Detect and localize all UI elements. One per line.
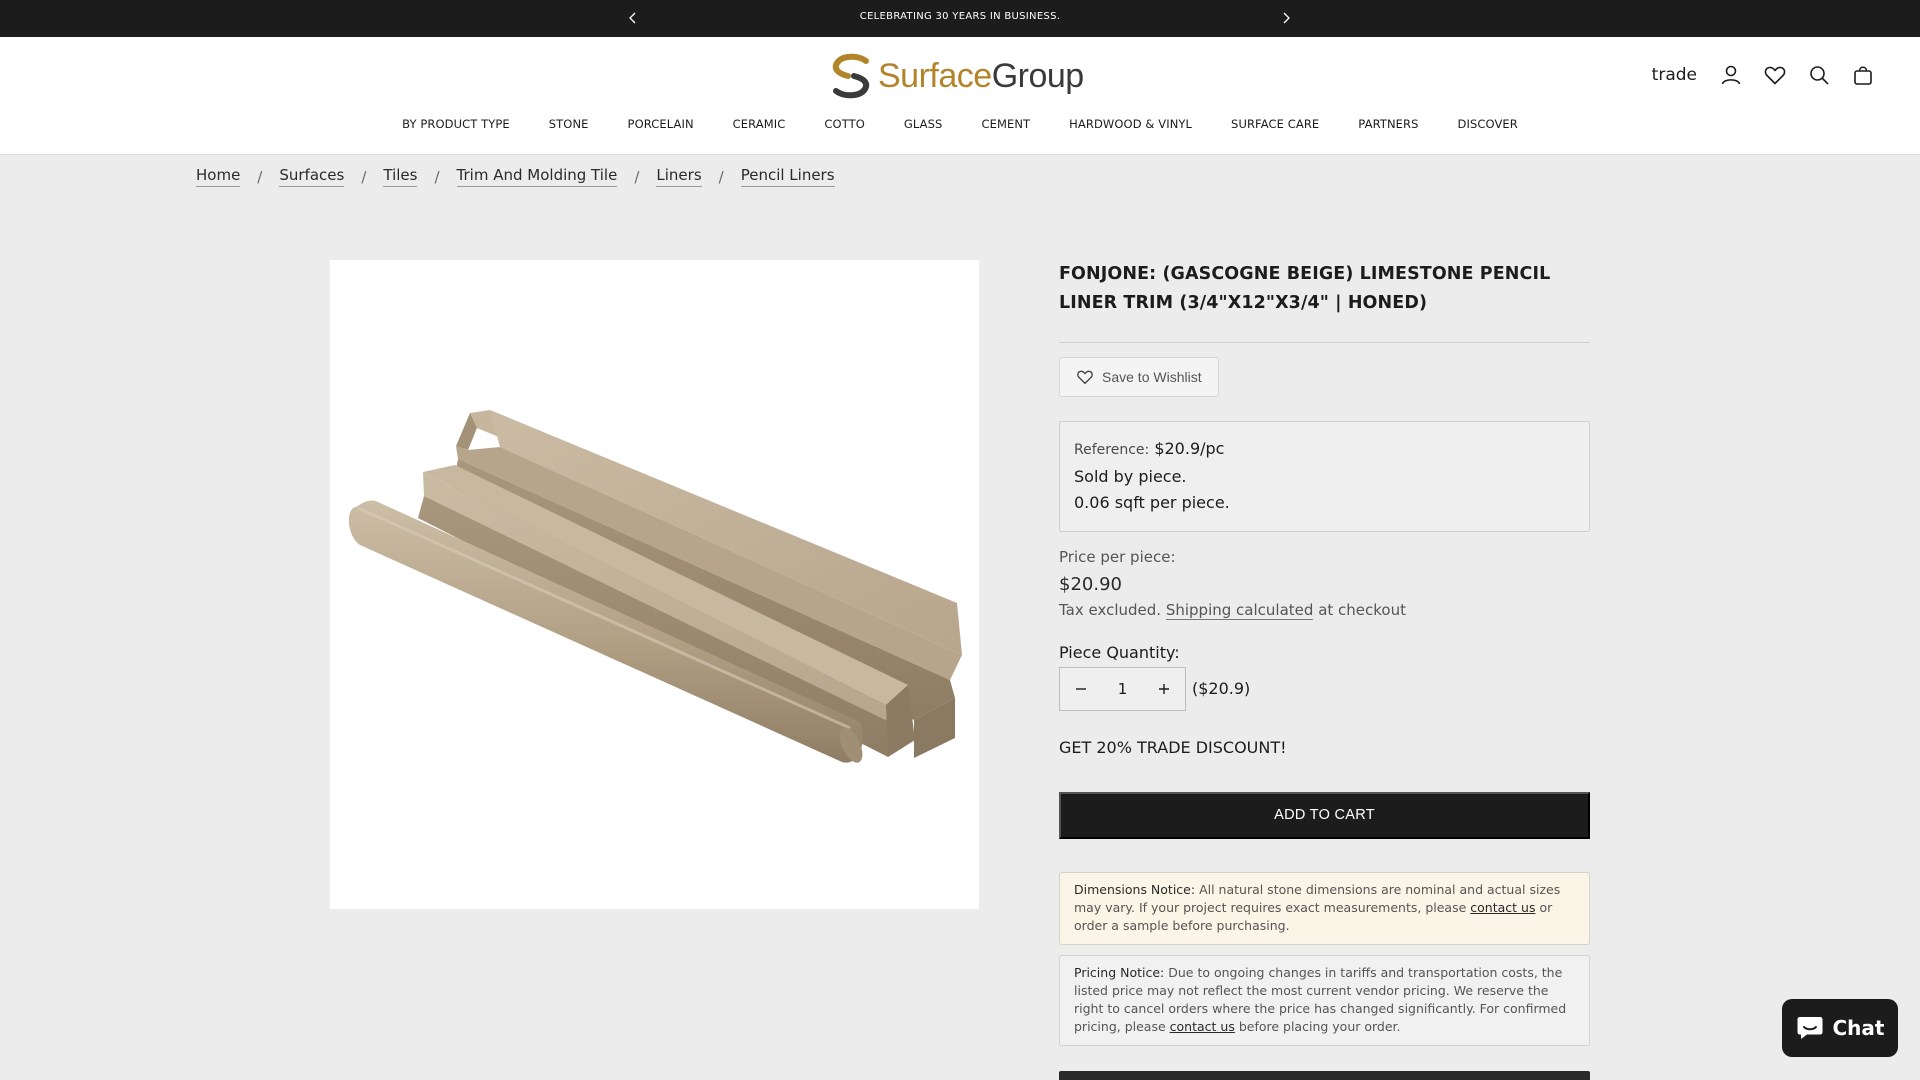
product-image[interactable] [330, 260, 979, 909]
pricing-contact-link[interactable]: contact us [1170, 1019, 1235, 1034]
header-actions: trade [1652, 63, 1875, 87]
nav-item-surface-care[interactable]: SURFACE CARE [1231, 117, 1319, 131]
decrease-quantity-button[interactable] [1060, 668, 1102, 710]
reference-line: Reference: $20.9/pc [1074, 436, 1575, 464]
breadcrumb-separator: / [257, 167, 263, 186]
breadcrumb-separator: / [634, 167, 640, 186]
trade-link[interactable]: trade [1652, 65, 1697, 85]
price-label: Price per piece: [1059, 547, 1176, 566]
pricing-notice: Pricing Notice: Due to ongoing changes i… [1059, 954, 1590, 1046]
dimensions-notice-title: Dimensions Notice: [1074, 881, 1196, 897]
nav-item-stone[interactable]: STONE [549, 117, 589, 131]
chat-bubble-icon [1797, 1017, 1822, 1039]
announcement-bar: CELEBRATING 30 YEARS IN BUSINESS. [0, 0, 1920, 37]
increase-quantity-button[interactable] [1143, 668, 1185, 710]
logo-text-surface: Surface [878, 56, 992, 95]
tax-prefix: Tax excluded. [1059, 600, 1162, 619]
logo-text-group: Group [991, 56, 1085, 95]
logo[interactable]: SurfaceGroup [828, 52, 1084, 100]
breadcrumb-home[interactable]: Home [196, 166, 241, 187]
quantity-input[interactable]: 1 [1102, 680, 1143, 698]
quantity-total: ($20.9) [1192, 679, 1251, 698]
product-price: $20.90 [1059, 573, 1122, 595]
nav-item-ceramic[interactable]: CERAMIC [733, 117, 786, 131]
wishlist-label: Save to Wishlist [1102, 369, 1202, 385]
quantity-stepper: 1 [1059, 666, 1186, 711]
next-button-edge[interactable] [1059, 1071, 1590, 1080]
logo-text: SurfaceGroup [878, 57, 1084, 96]
pricing-notice-title: Pricing Notice: [1074, 964, 1165, 980]
chevron-right-icon[interactable] [1277, 9, 1295, 27]
bag-icon[interactable] [1851, 63, 1875, 87]
nav-item-cement[interactable]: CEMENT [981, 117, 1030, 131]
breadcrumb: Home / Surfaces / Tiles / Trim And Moldi… [196, 166, 835, 187]
account-icon[interactable] [1719, 63, 1743, 87]
minus-icon [1076, 687, 1086, 690]
nav-item-by-product-type[interactable]: BY PRODUCT TYPE [402, 117, 510, 131]
add-to-cart-button[interactable]: ADD TO CART [1059, 791, 1590, 839]
logo-mark-icon [832, 53, 870, 99]
dimensions-notice: Dimensions Notice: All natural stone dim… [1059, 871, 1590, 945]
breadcrumb-separator: / [361, 167, 367, 186]
quantity-row: 1 ($20.9) [1059, 666, 1590, 711]
breadcrumb-liners[interactable]: Liners [656, 166, 702, 187]
tax-suffix: at checkout [1318, 600, 1406, 619]
pricing-notice-tail: before placing your order. [1238, 1018, 1401, 1034]
nav-item-glass[interactable]: GLASS [904, 117, 943, 131]
plus-icon [1159, 683, 1169, 694]
heart-icon[interactable] [1763, 63, 1787, 87]
site-header: SurfaceGroup trade BY PRODUCT TYPE STONE… [0, 37, 1920, 155]
heart-icon [1077, 370, 1093, 385]
tax-shipping-text: Tax excluded. Shipping calculated at che… [1059, 600, 1590, 620]
announcement-message: CELEBRATING 30 YEARS IN BUSINESS. [859, 11, 1061, 22]
chat-label: Chat [1832, 1016, 1885, 1040]
sqft-text: 0.06 sqft per piece. [1074, 493, 1230, 512]
dimensions-contact-link[interactable]: contact us [1470, 900, 1535, 915]
chat-button[interactable]: Chat [1782, 999, 1898, 1057]
reference-value: $20.9/pc [1154, 439, 1225, 458]
breadcrumb-tiles[interactable]: Tiles [383, 166, 418, 187]
product-title: FONJONE: (GASCOGNE BEIGE) LIMESTONE PENC… [1059, 260, 1590, 343]
save-to-wishlist-button[interactable]: Save to Wishlist [1059, 357, 1219, 397]
breadcrumb-separator: / [718, 167, 724, 186]
main-nav: BY PRODUCT TYPE STONE PORCELAIN CERAMIC … [0, 117, 1920, 131]
nav-item-cotto[interactable]: COTTO [824, 117, 864, 131]
nav-item-discover[interactable]: DISCOVER [1458, 117, 1518, 131]
nav-item-partners[interactable]: PARTNERS [1358, 117, 1418, 131]
nav-item-porcelain[interactable]: PORCELAIN [628, 117, 694, 131]
shipping-link[interactable]: Shipping calculated [1165, 600, 1314, 620]
reference-label: Reference: [1074, 442, 1150, 458]
product-info: FONJONE: (GASCOGNE BEIGE) LIMESTONE PENC… [1059, 260, 1590, 1046]
reference-box: Reference: $20.9/pc Sold by piece. 0.06 … [1059, 421, 1590, 532]
breadcrumb-trim-molding[interactable]: Trim And Molding Tile [456, 166, 618, 187]
breadcrumb-surfaces[interactable]: Surfaces [279, 166, 345, 187]
pencil-liner-illustration [348, 410, 962, 763]
trade-discount-text: GET 20% TRADE DISCOUNT! [1059, 737, 1287, 757]
nav-item-hardwood-vinyl[interactable]: HARDWOOD & VINYL [1069, 117, 1192, 131]
quantity-label: Piece Quantity: [1059, 642, 1180, 662]
sold-by-text: Sold by piece. [1074, 466, 1187, 486]
search-icon[interactable] [1807, 63, 1831, 87]
breadcrumb-separator: / [434, 167, 440, 186]
breadcrumb-pencil-liners[interactable]: Pencil Liners [740, 166, 835, 187]
